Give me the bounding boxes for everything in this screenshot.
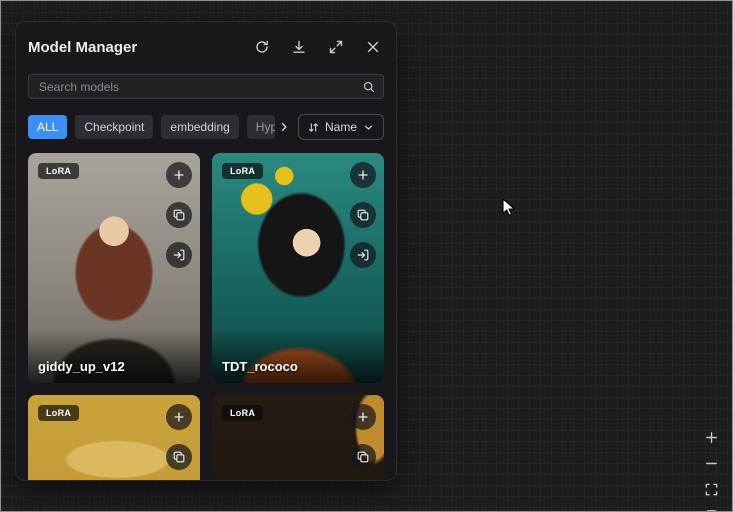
- model-card-grid: LoRA giddy_up_v12 LoRA: [28, 153, 384, 481]
- model-card[interactable]: LoRA giddy_up_v12: [28, 153, 200, 383]
- search-icon: [362, 80, 376, 94]
- plus-icon: [172, 410, 186, 424]
- add-model-button[interactable]: [166, 162, 192, 188]
- model-card[interactable]: LoRA: [28, 395, 200, 481]
- filter-tab-all[interactable]: ALL: [28, 115, 67, 139]
- partial-icon: [704, 508, 719, 512]
- model-card[interactable]: LoRA: [212, 395, 384, 481]
- chevron-down-icon: [362, 121, 375, 134]
- zoom-out-icon: [704, 456, 719, 471]
- copy-icon: [356, 450, 370, 464]
- model-type-badge: LoRA: [222, 163, 263, 179]
- model-type-badge: LoRA: [222, 405, 263, 421]
- model-name: TDT_rococo: [222, 359, 298, 374]
- copy-model-button[interactable]: [350, 444, 376, 470]
- add-model-button[interactable]: [350, 404, 376, 430]
- model-name: giddy_up_v12: [38, 359, 125, 374]
- copy-icon: [172, 208, 186, 222]
- copy-model-button[interactable]: [166, 444, 192, 470]
- import-icon: [172, 248, 186, 262]
- search-bar: [28, 74, 384, 99]
- sort-label: Name: [325, 120, 357, 134]
- zoom-in-icon: [704, 430, 719, 445]
- copy-icon: [356, 208, 370, 222]
- thumbnail-fade: [28, 329, 200, 383]
- card-actions: [350, 404, 376, 481]
- close-button[interactable]: [364, 38, 382, 56]
- sort-dropdown[interactable]: Name: [298, 114, 384, 140]
- card-actions: [166, 404, 192, 481]
- zoom-in-button[interactable]: [703, 429, 719, 445]
- expand-icon: [328, 39, 344, 55]
- model-manager-panel: Model Manager: [15, 21, 397, 481]
- model-card[interactable]: LoRA TDT_rococo: [212, 153, 384, 383]
- chevron-right-icon[interactable]: [278, 121, 290, 133]
- sort-icon: [307, 121, 320, 134]
- extra-canvas-control-button[interactable]: [703, 507, 719, 512]
- import-model-button[interactable]: [166, 242, 192, 268]
- filter-row: ALL Checkpoint embedding Hype Name: [28, 114, 384, 140]
- model-type-badge: LoRA: [38, 163, 79, 179]
- plus-icon: [356, 410, 370, 424]
- filter-tab-hypernetwork[interactable]: Hype: [247, 115, 275, 139]
- card-actions: [166, 162, 192, 268]
- card-actions: [350, 162, 376, 268]
- zoom-out-button[interactable]: [703, 455, 719, 471]
- download-button[interactable]: [290, 38, 308, 56]
- filter-tab-checkpoint[interactable]: Checkpoint: [75, 115, 153, 139]
- add-model-button[interactable]: [166, 404, 192, 430]
- copy-model-button[interactable]: [166, 202, 192, 228]
- import-model-button[interactable]: [350, 242, 376, 268]
- canvas-controls: [703, 429, 719, 512]
- plus-icon: [172, 168, 186, 182]
- thumbnail-fade: [212, 329, 384, 383]
- fit-view-icon: [704, 482, 719, 497]
- close-icon: [365, 39, 381, 55]
- add-model-button[interactable]: [350, 162, 376, 188]
- refresh-button[interactable]: [253, 38, 271, 56]
- node-canvas[interactable]: Model Manager: [0, 0, 733, 512]
- copy-icon: [172, 450, 186, 464]
- fit-view-button[interactable]: [703, 481, 719, 497]
- download-icon: [291, 39, 307, 55]
- model-type-badge: LoRA: [38, 405, 79, 421]
- panel-header: Model Manager: [28, 34, 384, 60]
- mouse-cursor: [502, 198, 516, 217]
- plus-icon: [356, 168, 370, 182]
- expand-button[interactable]: [327, 38, 345, 56]
- filter-tab-embedding[interactable]: embedding: [161, 115, 238, 139]
- search-input[interactable]: [28, 74, 384, 99]
- refresh-icon: [254, 39, 270, 55]
- panel-title: Model Manager: [28, 39, 137, 56]
- header-actions: [253, 38, 384, 56]
- copy-model-button[interactable]: [350, 202, 376, 228]
- import-icon: [356, 248, 370, 262]
